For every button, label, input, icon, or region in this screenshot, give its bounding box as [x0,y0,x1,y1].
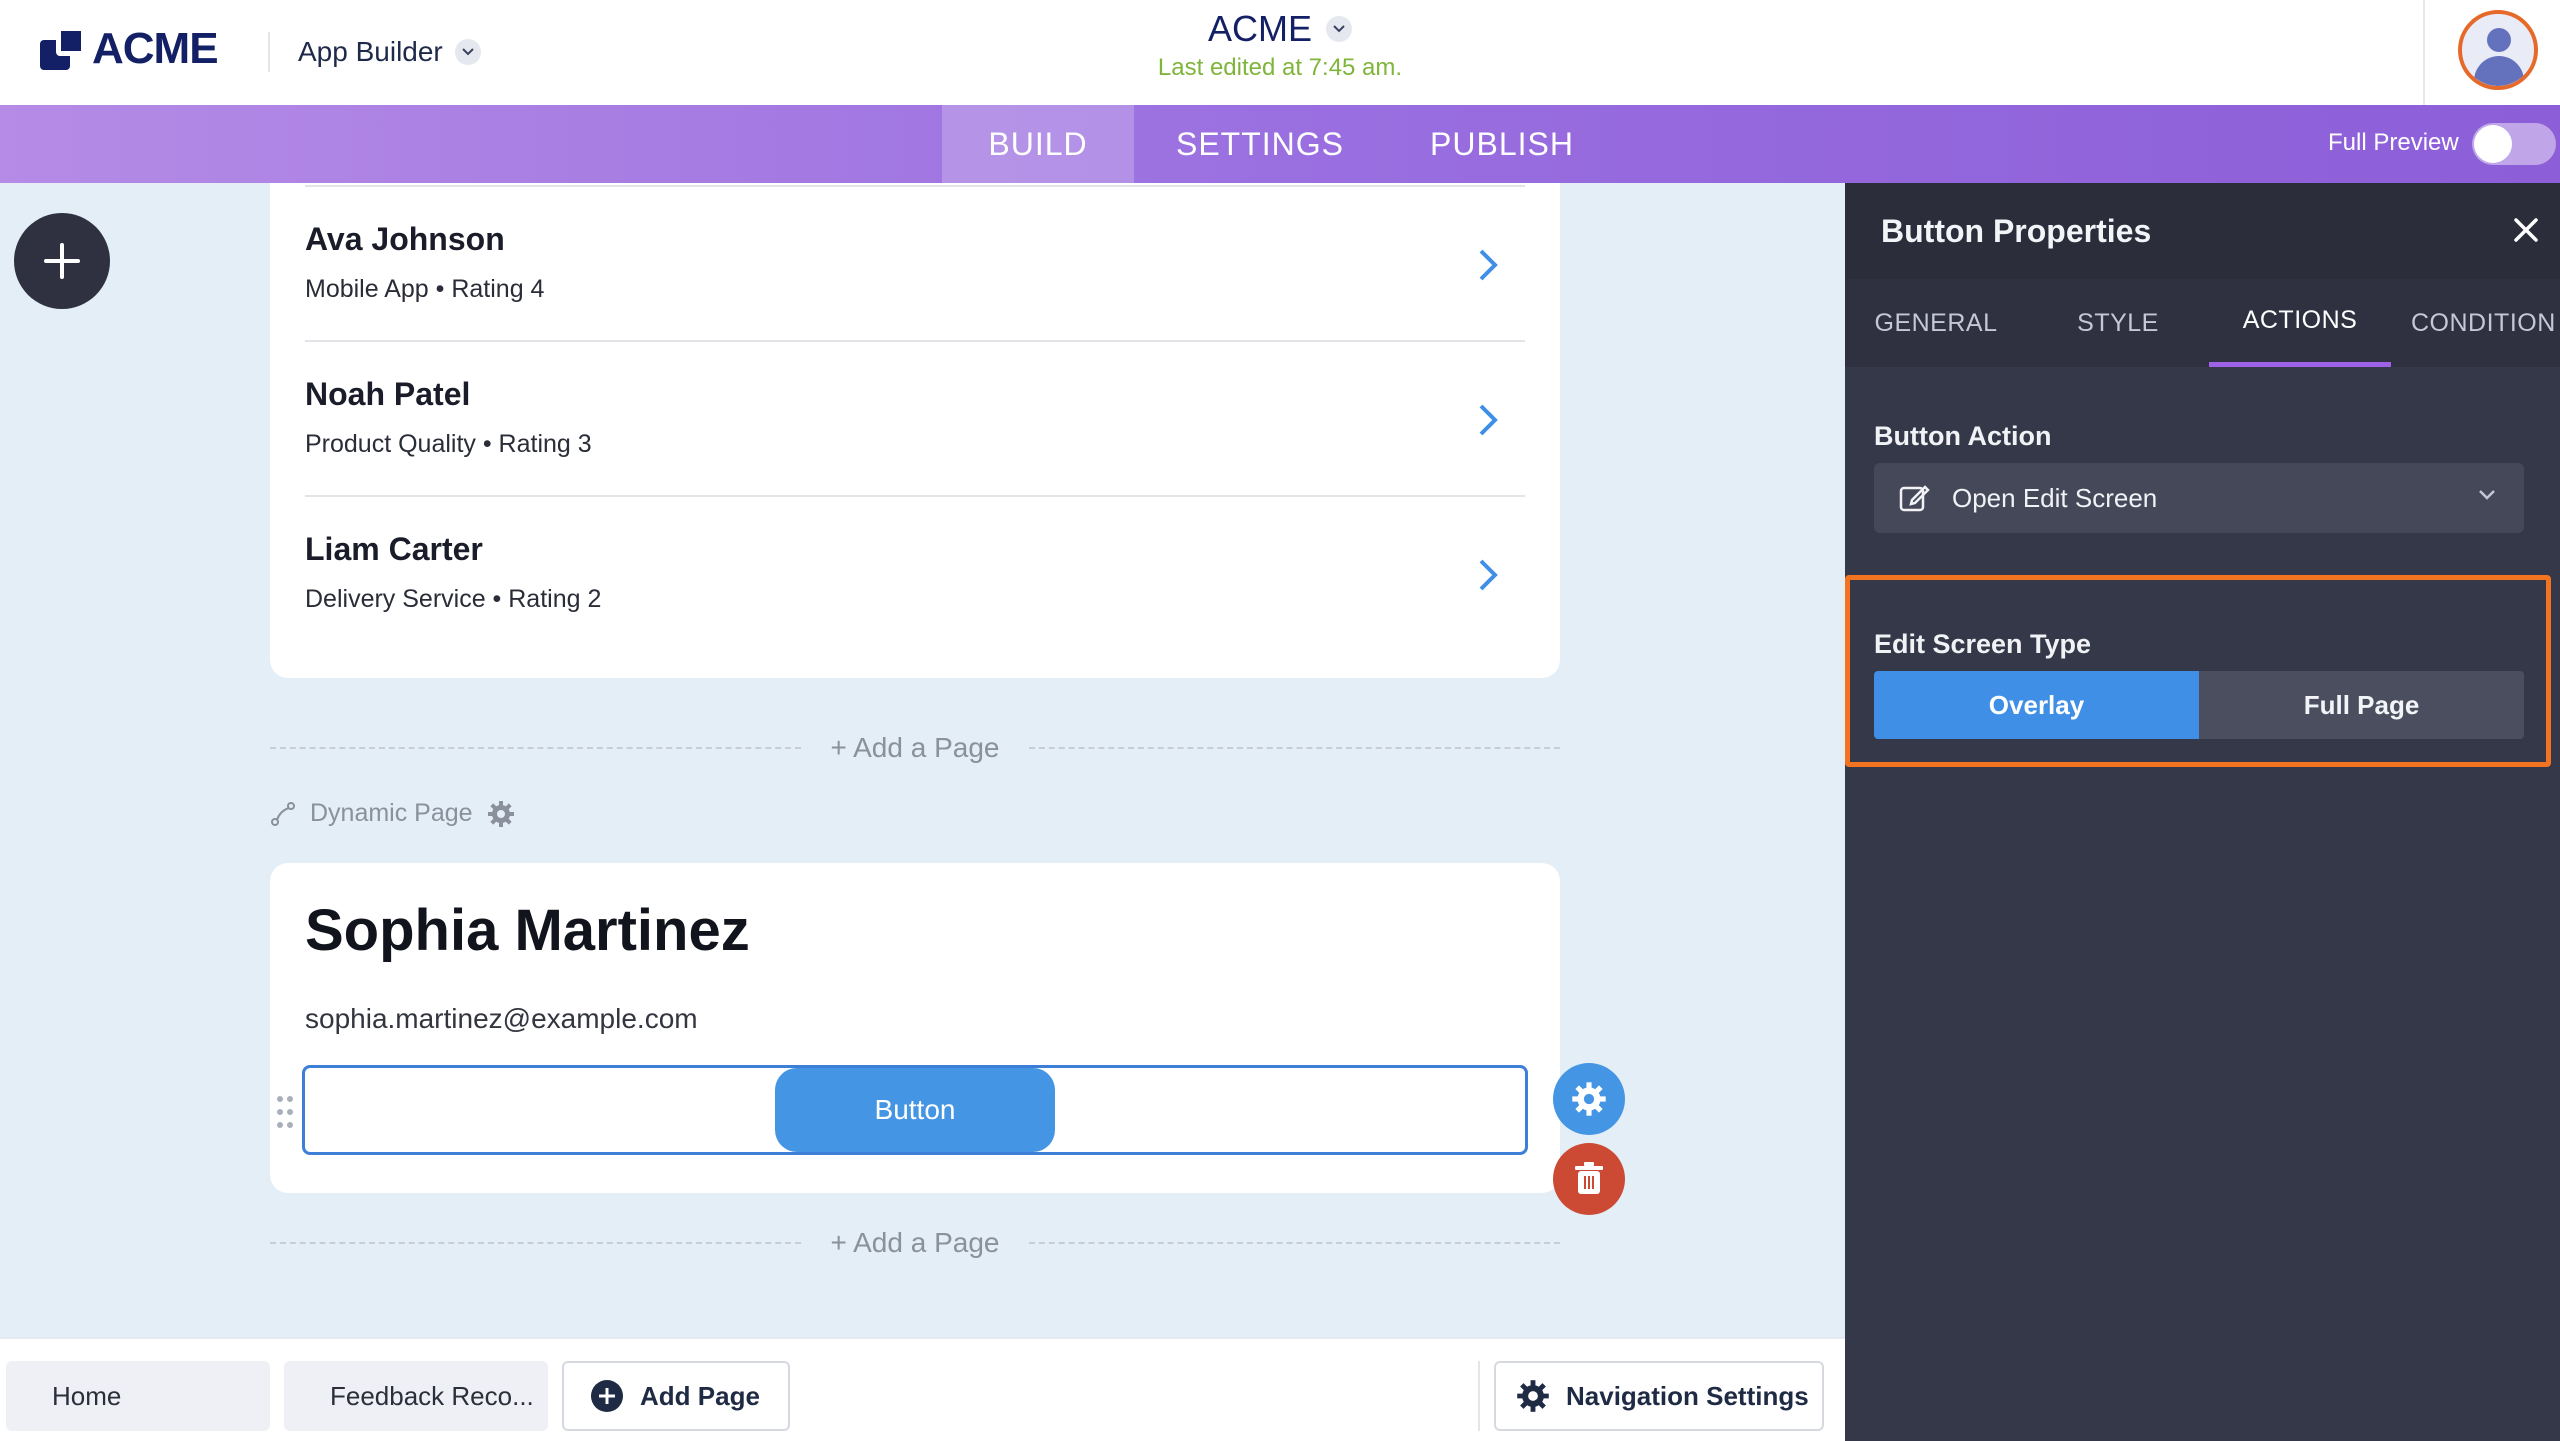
add-component-button[interactable] [14,213,110,309]
list-item-subtitle: Mobile App • Rating 4 [305,275,545,303]
trash-icon [1575,1162,1603,1194]
detail-email: sophia.martinez@example.com [305,1003,698,1034]
app-name: ACME [1207,8,1312,49]
preview-button[interactable]: Button [775,1068,1055,1152]
edit-icon [1899,485,1930,512]
dynamic-page-label: Dynamic Page [310,799,473,827]
tab-publish[interactable]: PUBLISH [1386,105,1618,183]
button-action-select[interactable]: Open Edit Screen [1874,463,2524,533]
builder-canvas: Ava Johnson Mobile App • Rating 4 Noah P… [0,183,1845,1337]
chevron-right-icon [1479,559,1498,591]
navigation-settings-label: Navigation Settings [1566,1380,1809,1411]
header-divider [268,32,270,72]
panel-tabs: GENERAL STYLE ACTIONS CONDITION [1845,279,2560,367]
tab-build[interactable]: BUILD [942,105,1134,183]
list-item[interactable]: Noah Patel Product Quality • Rating 3 [305,340,1525,495]
panel-title: Button Properties [1881,213,2152,249]
add-page-divider[interactable]: + Add a Page [270,1223,1560,1263]
button-properties-panel: Button Properties GENERAL STYLE ACTIONS … [1845,183,2560,1441]
chevron-down-icon [2479,490,2495,500]
user-avatar[interactable] [2458,10,2538,90]
tab-general[interactable]: GENERAL [1845,279,2027,367]
logo-text: ACME [92,24,219,73]
add-page-label: + Add a Page [830,732,1000,763]
list-item-title: Ava Johnson [305,221,505,257]
add-page-divider[interactable]: + Add a Page [270,728,1560,768]
page-tab-feedback[interactable]: Feedback Reco... [284,1361,548,1431]
tab-settings[interactable]: SETTINGS [1134,105,1386,183]
toggle-knob [2474,125,2512,163]
selected-button-frame[interactable]: Button [302,1065,1528,1155]
list-card: Ava Johnson Mobile App • Rating 4 Noah P… [270,183,1560,678]
chevron-down-icon [454,39,481,65]
panel-header: Button Properties [1845,183,2560,279]
app-builder-label: App Builder [298,36,443,67]
detail-card: Sophia Martinez sophia.martinez@example.… [270,863,1560,1193]
gear-icon [1517,1380,1549,1412]
top-header: ACME App Builder ACME Last edited at 7:4… [0,0,2560,105]
logo-mark-icon [40,26,86,72]
chevron-right-icon [1479,249,1498,281]
chevron-down-icon [1326,16,1352,42]
chevron-right-icon [1479,404,1498,436]
edit-screen-type-label: Edit Screen Type [1874,629,2092,659]
list-item-subtitle: Delivery Service • Rating 2 [305,585,602,613]
add-page-button[interactable]: Add Page [562,1361,790,1431]
app-name-menu[interactable]: ACME [1208,8,1352,50]
list-item-title: Liam Carter [305,531,483,567]
delete-component-button[interactable] [1553,1143,1625,1215]
app-builder-menu[interactable]: App Builder [298,36,481,68]
last-edited-status: Last edited at 7:45 am. [1157,54,1403,81]
bottom-divider [1478,1361,1480,1431]
tab-actions[interactable]: ACTIONS [2209,279,2391,367]
dynamic-page-header: Dynamic Page [270,799,515,828]
gear-icon [1572,1082,1606,1116]
plus-icon [44,243,80,279]
component-settings-button[interactable] [1553,1063,1625,1135]
route-icon [271,801,295,826]
list-item[interactable]: Liam Carter Delivery Service • Rating 2 [305,495,1525,650]
gear-icon[interactable] [487,800,515,828]
add-page-button-label: Add Page [640,1380,760,1411]
add-page-label: + Add a Page [830,1227,1000,1258]
page-tabs-bar: Home Feedback Reco... Add Page Navigatio… [0,1337,1845,1441]
full-page-option[interactable]: Full Page [2199,671,2524,739]
tab-condition[interactable]: CONDITION [2391,279,2560,367]
detail-name: Sophia Martinez [305,898,750,963]
full-preview-label: Full Preview [2328,129,2459,156]
button-action-label: Button Action [1874,421,2052,451]
list-item-subtitle: Product Quality • Rating 3 [305,430,592,458]
tab-style[interactable]: STYLE [2027,279,2209,367]
close-icon[interactable] [2511,215,2541,245]
list-item[interactable]: Ava Johnson Mobile App • Rating 4 [305,185,1525,340]
app-title-block: ACME Last edited at 7:45 am. [1000,8,1560,82]
header-right-divider [2423,0,2425,105]
main-nav: BUILD SETTINGS PUBLISH Full Preview [0,105,2560,183]
full-preview-toggle[interactable] [2472,123,2556,165]
navigation-settings-button[interactable]: Navigation Settings [1494,1361,1824,1431]
button-action-value: Open Edit Screen [1952,482,2158,513]
drag-handle-icon[interactable] [276,1095,294,1129]
list-item-title: Noah Patel [305,376,471,412]
overlay-option[interactable]: Overlay [1874,671,2199,739]
acme-logo[interactable]: ACME [40,24,219,74]
page-tab-home[interactable]: Home [6,1361,270,1431]
plus-circle-icon [591,1380,623,1412]
